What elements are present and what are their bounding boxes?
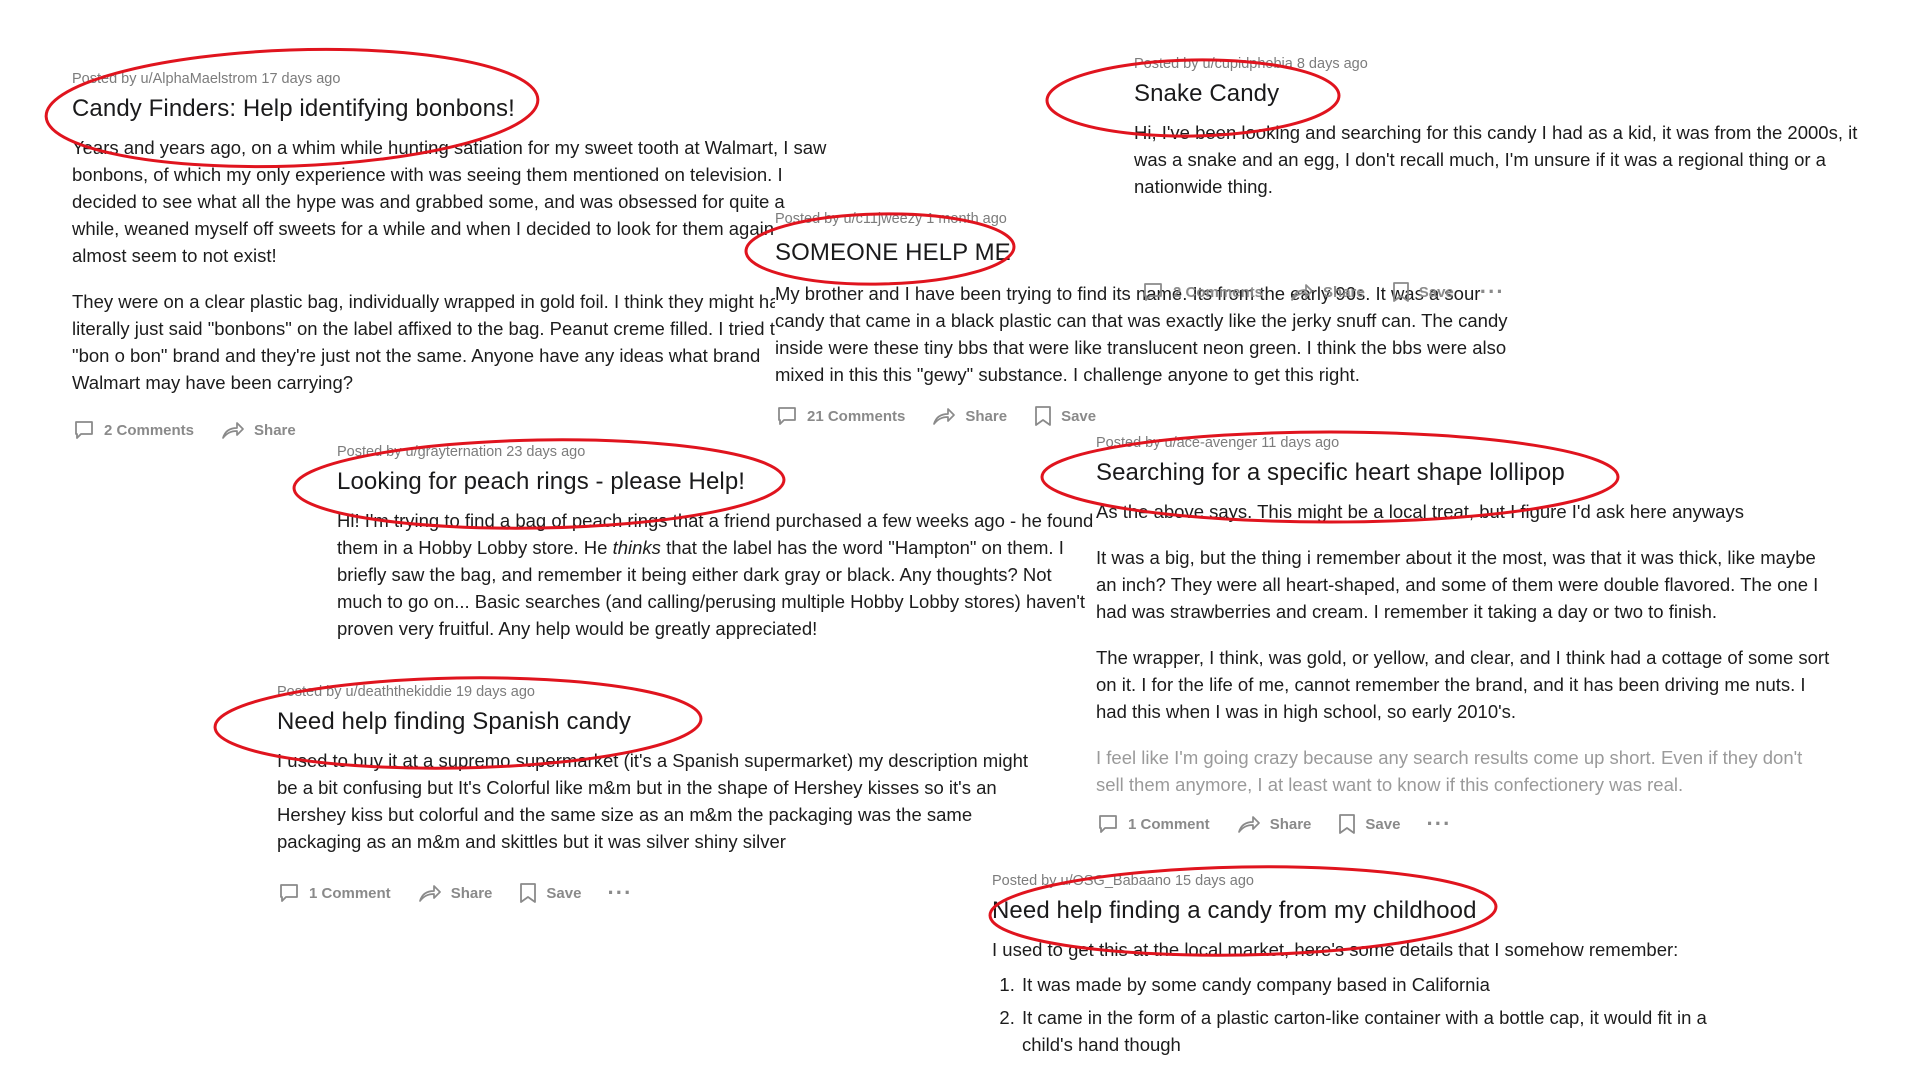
share-label: Share bbox=[1269, 815, 1312, 833]
post-meta: Posted by u/AlphaMaelstrom 17 days ago bbox=[72, 71, 341, 87]
share-button[interactable]: Share bbox=[1236, 812, 1312, 836]
comment-icon bbox=[778, 407, 796, 425]
post-paragraph: It was a big, but the thing i remember a… bbox=[1096, 547, 1819, 622]
post-actions: 21 Comments Share Save bbox=[775, 404, 1520, 432]
share-button[interactable]: Share bbox=[931, 404, 1007, 428]
post-body: I used to buy it at a supremo supermarke… bbox=[277, 747, 1037, 855]
share-label: Share bbox=[1323, 283, 1365, 301]
save-button[interactable]: Save bbox=[1033, 404, 1096, 428]
post-meta: Posted by u/OSG_Babaano 15 days ago bbox=[992, 873, 1254, 889]
share-icon bbox=[222, 422, 244, 439]
share-label: Share bbox=[450, 884, 493, 902]
post-body: As the above says. This might be a local… bbox=[1096, 498, 1831, 798]
post-title[interactable]: Searching for a specific heart shape lol… bbox=[1096, 458, 1831, 488]
save-button[interactable]: Save bbox=[1391, 280, 1454, 304]
post-body: I used to get this at the local market, … bbox=[992, 936, 1752, 1058]
post-actions: 2 Comments Share Save ··· bbox=[1141, 280, 1505, 304]
save-button[interactable]: Save bbox=[1337, 812, 1400, 836]
post-meta: Posted by u/cupidphobia 8 days ago bbox=[1134, 56, 1368, 72]
comment-icon bbox=[75, 421, 93, 439]
save-label: Save bbox=[546, 884, 582, 902]
post-title[interactable]: Candy Finders: Help identifying bonbons! bbox=[72, 94, 832, 124]
comments-button[interactable]: 1 Comment bbox=[277, 881, 391, 905]
post-title[interactable]: SOMEONE HELP ME bbox=[775, 238, 1520, 268]
list-item: It came in the form of a plastic carton-… bbox=[1020, 1004, 1752, 1058]
post-body: Hi! I'm trying to find a bag of peach ri… bbox=[337, 507, 1097, 642]
bookmark-icon bbox=[1339, 814, 1356, 834]
post-title[interactable]: Looking for peach rings - please Help! bbox=[337, 467, 1097, 497]
bookmark-icon bbox=[520, 883, 537, 903]
comments-button[interactable]: 1 Comment bbox=[1096, 812, 1210, 836]
post-body: Years and years ago, on a whim while hun… bbox=[72, 134, 832, 396]
share-button[interactable]: Share bbox=[1289, 280, 1365, 304]
bookmark-icon bbox=[1035, 406, 1051, 426]
share-icon bbox=[1237, 816, 1260, 833]
comments-label: 2 Comments bbox=[104, 421, 195, 439]
list-item: It was made by some candy company based … bbox=[1020, 971, 1752, 998]
comments-button[interactable]: 2 Comments bbox=[1141, 280, 1263, 304]
details-list: It was made by some candy company based … bbox=[992, 971, 1752, 1058]
post-paragraph: As the above says. This might be a local… bbox=[1096, 501, 1744, 522]
share-button[interactable]: Share bbox=[417, 881, 493, 905]
post-actions: 2 Comments Share bbox=[72, 418, 832, 442]
post-peach-rings: Posted by u/grayternation 23 days ago Lo… bbox=[337, 443, 1097, 642]
post-paragraph: I used to get this at the local market, … bbox=[992, 939, 1679, 960]
comments-button[interactable]: 21 Comments bbox=[775, 404, 905, 428]
more-options-icon[interactable]: ··· bbox=[1426, 813, 1451, 835]
share-label: Share bbox=[254, 421, 296, 439]
post-actions: 1 Comment Share Save ··· bbox=[1096, 812, 1831, 836]
post-paragraph: The wrapper, I think, was gold, or yello… bbox=[1096, 647, 1830, 722]
comments-label: 1 Comment bbox=[1128, 815, 1210, 833]
emphasis-text: thinks bbox=[612, 537, 661, 558]
post-meta: Posted by u/deaththekiddie 19 days ago bbox=[277, 684, 535, 700]
comments-button[interactable]: 2 Comments bbox=[72, 418, 194, 442]
post-meta: Posted by u/grayternation 23 days ago bbox=[337, 444, 586, 460]
comments-label: 21 Comments bbox=[807, 407, 906, 425]
share-icon bbox=[418, 885, 441, 902]
post-meta: Posted by u/ace-avenger 11 days ago bbox=[1096, 435, 1340, 451]
post-meta: Posted by u/c11jweezy 1 month ago bbox=[775, 211, 1007, 227]
comment-icon bbox=[280, 884, 298, 902]
save-label: Save bbox=[1061, 407, 1097, 425]
comments-label: 1 Comment bbox=[309, 884, 391, 902]
comments-label: 2 Comments bbox=[1173, 283, 1264, 301]
post-paragraph: I used to buy it at a supremo supermarke… bbox=[277, 750, 1029, 852]
save-label: Save bbox=[1418, 283, 1454, 301]
share-icon bbox=[933, 408, 956, 425]
save-label: Save bbox=[1365, 815, 1401, 833]
post-childhood-candy: Posted by u/OSG_Babaano 15 days ago Need… bbox=[992, 872, 1752, 1064]
share-icon bbox=[1291, 284, 1313, 301]
post-bonbons: Posted by u/AlphaMaelstrom 17 days ago C… bbox=[72, 70, 832, 442]
post-paragraph: Hi! I'm trying to find a bag of peach ri… bbox=[337, 507, 1097, 642]
share-button[interactable]: Share bbox=[220, 418, 296, 442]
more-options-icon[interactable]: ··· bbox=[1480, 281, 1505, 303]
post-title[interactable]: Need help finding a candy from my childh… bbox=[992, 896, 1752, 926]
comment-icon bbox=[1099, 815, 1117, 833]
post-someone-help-me: Posted by u/c11jweezy 1 month ago SOMEON… bbox=[775, 210, 1520, 432]
more-options-icon[interactable]: ··· bbox=[607, 882, 632, 904]
post-paragraph: I feel like I'm going crazy because any … bbox=[1096, 747, 1803, 795]
bookmark-icon bbox=[1392, 282, 1409, 302]
post-paragraph: Hi, I've been looking and searching for … bbox=[1134, 122, 1858, 197]
post-paragraph: They were on a clear plastic bag, indivi… bbox=[72, 291, 800, 393]
post-heart-lollipop: Posted by u/ace-avenger 11 days ago Sear… bbox=[1096, 434, 1831, 836]
post-paragraph: Years and years ago, on a whim while hun… bbox=[72, 137, 827, 266]
post-title[interactable]: Snake Candy bbox=[1134, 79, 1874, 109]
post-spanish-candy: Posted by u/deaththekiddie 19 days ago N… bbox=[277, 683, 1037, 905]
share-label: Share bbox=[965, 407, 1008, 425]
post-actions: 1 Comment Share Save ··· bbox=[277, 881, 1037, 905]
comment-icon bbox=[1144, 283, 1162, 301]
post-title[interactable]: Need help finding Spanish candy bbox=[277, 707, 1037, 737]
save-button[interactable]: Save bbox=[518, 881, 581, 905]
